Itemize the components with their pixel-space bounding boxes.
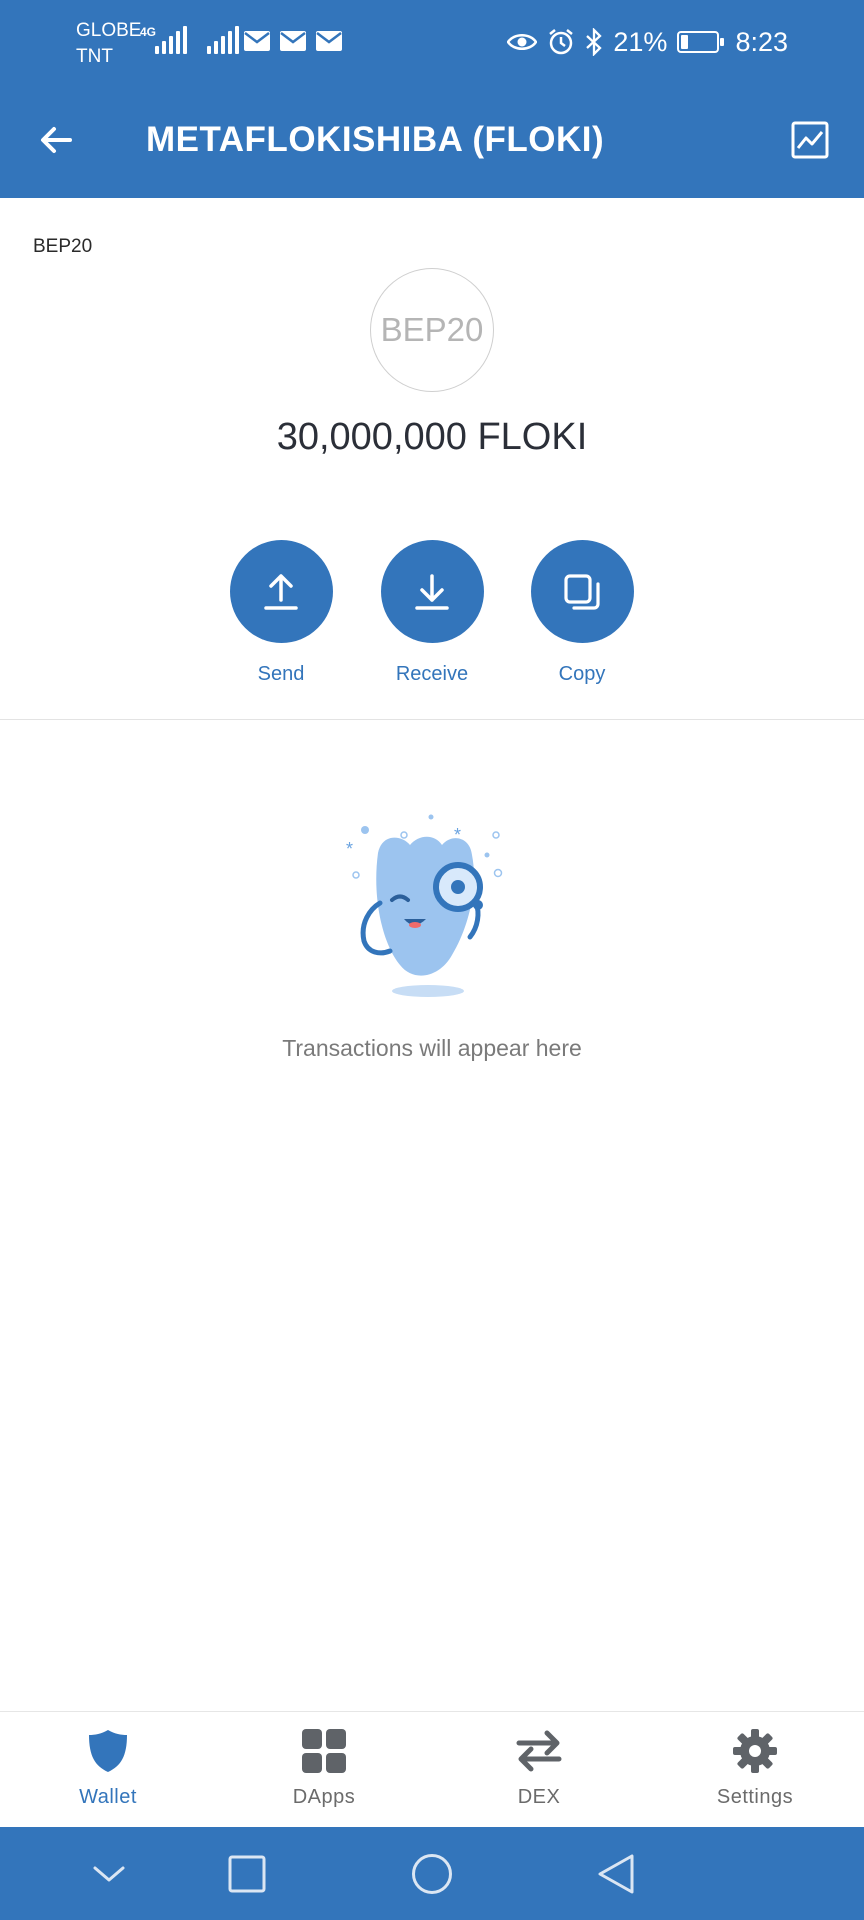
send-label: Send: [257, 663, 305, 685]
chart-icon[interactable]: [786, 116, 834, 164]
square-icon[interactable]: [222, 1849, 272, 1899]
receive-button[interactable]: Receive: [362, 540, 502, 686]
page-title: METAFLOKISHIBA (FLOKI): [146, 120, 605, 159]
nav-item-dex[interactable]: DEX: [459, 1726, 619, 1809]
empty-state-text: Transactions will appear here: [282, 1035, 582, 1061]
clock: 8:23: [735, 26, 788, 57]
status-bar: GLOBE TNT 4G 21% 8:23: [0, 0, 864, 86]
triangle-back-icon[interactable]: [591, 1849, 641, 1899]
status-right: 21% 8:23: [507, 24, 788, 60]
gear-icon: [730, 1726, 780, 1776]
svg-text:*: *: [346, 839, 353, 859]
grid-icon: [299, 1726, 349, 1776]
nav-label-dex: DEX: [517, 1786, 561, 1808]
signal-icon: [155, 26, 187, 54]
svg-text:*: *: [454, 825, 461, 845]
chevron-down-icon[interactable]: [84, 1849, 134, 1899]
app-header: METAFLOKISHIBA (FLOKI): [0, 86, 864, 198]
top-bar: GLOBE TNT 4G 21% 8:23 METAFLOKISHIBA (FL…: [0, 0, 864, 198]
nav-item-settings[interactable]: Settings: [675, 1726, 835, 1809]
shield-icon: [83, 1726, 133, 1776]
alarm-icon: [549, 29, 574, 55]
bottom-nav: Wallet DApps DEX Settings: [0, 1711, 864, 1827]
mail-icon: [316, 31, 342, 51]
token-balance: 30,000,000 FLOKI: [276, 416, 588, 458]
mail-icon: [244, 31, 270, 51]
bluetooth-icon: [586, 28, 603, 56]
swap-arrows-icon: [514, 1726, 564, 1776]
nav-label-wallet: Wallet: [79, 1786, 137, 1808]
copy-button[interactable]: Copy: [512, 540, 652, 686]
send-button[interactable]: Send: [211, 540, 351, 686]
nav-item-dapps[interactable]: DApps: [244, 1726, 404, 1809]
circle-icon[interactable]: [407, 1849, 457, 1899]
signal-icon: [207, 26, 239, 54]
copy-icon[interactable]: [530, 540, 634, 643]
nav-label-settings: Settings: [716, 1786, 794, 1808]
battery-level: [681, 35, 689, 49]
receive-label: Receive: [395, 663, 469, 685]
eye-icon: [507, 34, 538, 50]
download-arrow-icon[interactable]: [380, 540, 484, 643]
upload-arrow-icon[interactable]: [229, 540, 333, 643]
divider: [0, 719, 864, 720]
network-type-label: 4G: [140, 25, 157, 39]
battery-icon: [677, 31, 725, 53]
nav-item-wallet[interactable]: Wallet: [28, 1726, 188, 1809]
mail-icon: [280, 31, 306, 51]
arrow-left-icon[interactable]: [32, 116, 80, 164]
monocle-mascot-illustration: * *: [346, 814, 503, 997]
battery-percent: 21%: [613, 26, 668, 57]
system-nav-bar: [0, 1827, 864, 1920]
nav-label-dapps: DApps: [292, 1786, 356, 1808]
copy-label: Copy: [558, 663, 606, 685]
token-logo: BEP20: [370, 268, 494, 392]
carrier-label: GLOBE TNT: [76, 20, 142, 67]
network-label: BEP20: [33, 236, 93, 257]
